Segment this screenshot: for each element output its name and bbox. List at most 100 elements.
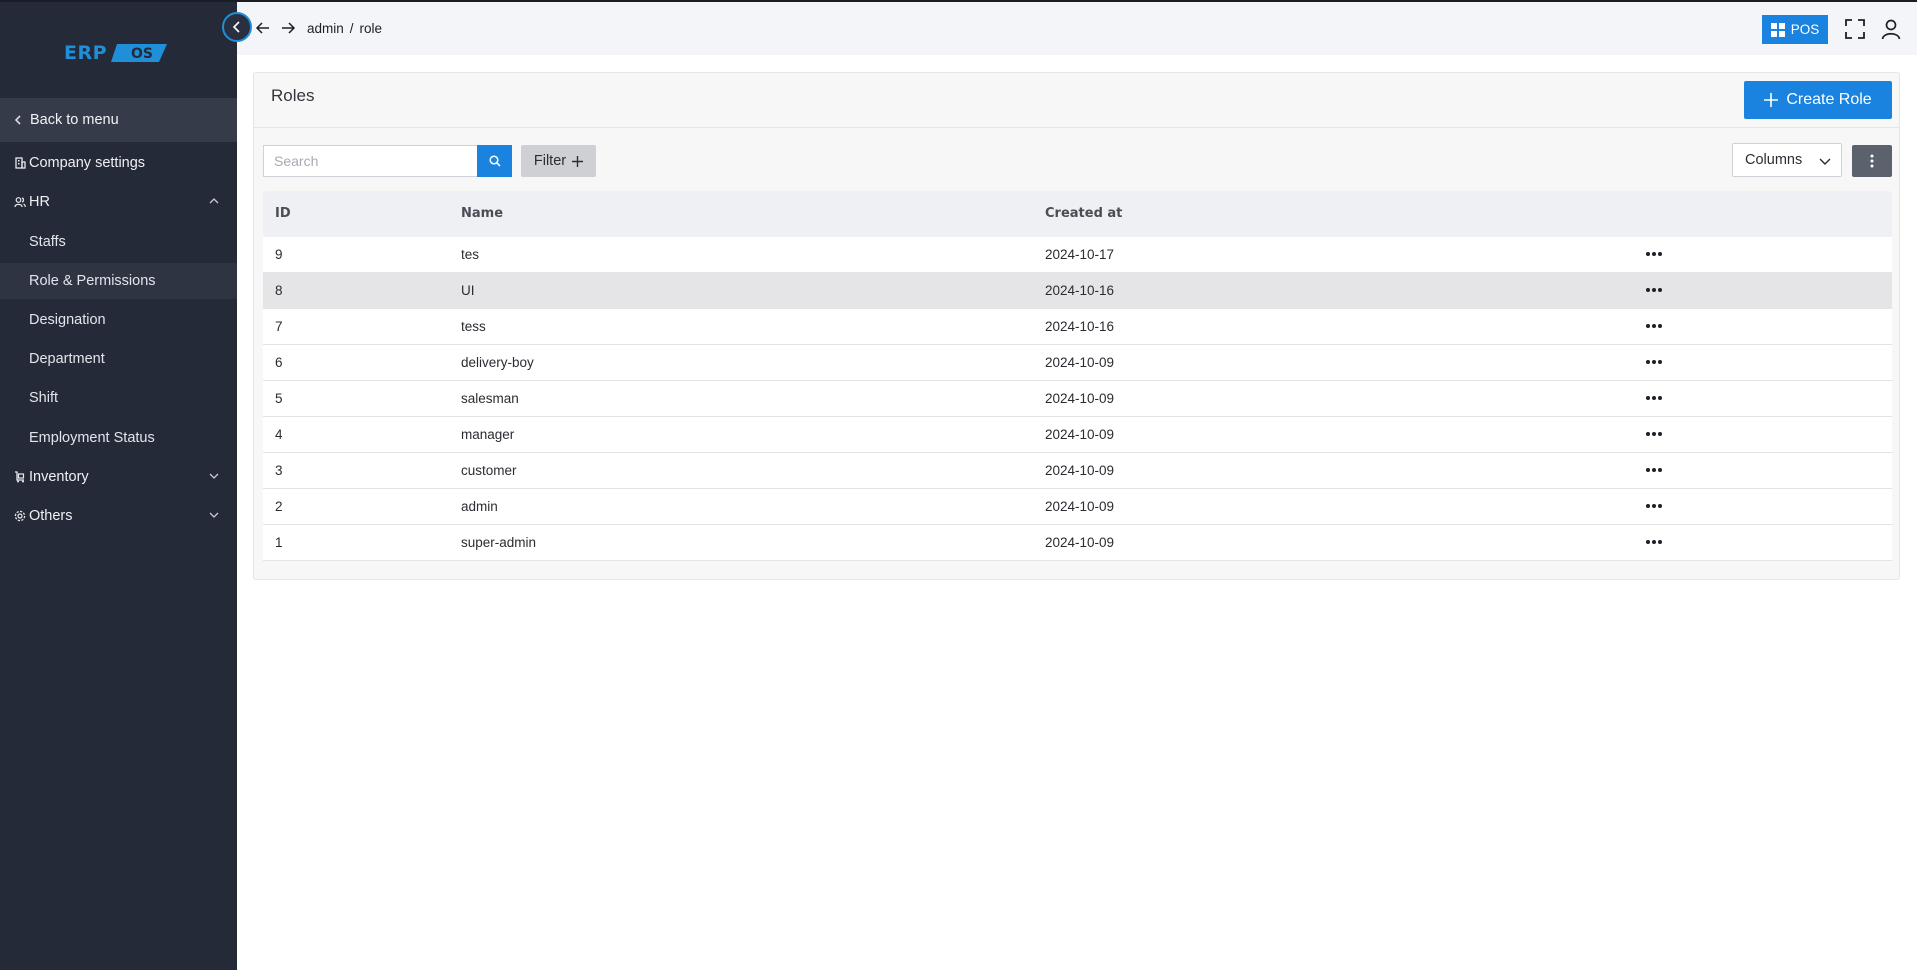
chevron-up-icon [209, 198, 219, 204]
logo-os-mark: OS [111, 44, 168, 62]
cell-created-at: 2024-10-16 [1045, 319, 1115, 334]
cell-created-at: 2024-10-17 [1045, 247, 1115, 262]
chevron-left-icon [232, 21, 240, 33]
card-header: Roles Create Role [254, 73, 1899, 128]
pos-button[interactable]: POS [1762, 15, 1828, 44]
sidebar-sub-item-department[interactable]: Department [0, 341, 237, 377]
filter-label: Filter [533, 153, 567, 169]
sidebar-sub-item-label: Designation [29, 312, 106, 328]
column-header-id[interactable]: ID [275, 206, 291, 221]
row-actions-menu-icon[interactable] [1643, 390, 1665, 406]
sidebar-item-label: Others [29, 508, 73, 524]
row-actions-menu-icon[interactable] [1643, 354, 1665, 370]
table-row[interactable]: 5 salesman 2024-10-09 [263, 381, 1892, 417]
sidebar-sub-item-label: Employment Status [29, 430, 155, 446]
breadcrumb-item-admin[interactable]: admin [307, 21, 344, 36]
table-row[interactable]: 2 admin 2024-10-09 [263, 489, 1892, 525]
cell-created-at: 2024-10-09 [1045, 355, 1115, 370]
chevron-down-icon [209, 512, 219, 518]
columns-dropdown[interactable]: Columns [1732, 143, 1842, 177]
cell-id: 7 [275, 319, 283, 334]
cell-id: 1 [275, 535, 283, 550]
sidebar-item-hr[interactable]: HR [0, 184, 237, 220]
building-icon [14, 157, 26, 169]
more-options-button[interactable] [1852, 145, 1892, 177]
grid-icon [1770, 22, 1785, 37]
row-actions-menu-icon[interactable] [1643, 282, 1665, 298]
sidebar-sub-item-staffs[interactable]: Staffs [0, 224, 237, 260]
plus-icon [572, 155, 584, 167]
breadcrumb-item-role: role [359, 21, 383, 36]
cell-created-at: 2024-10-09 [1045, 463, 1115, 478]
table-row[interactable]: 9 tes 2024-10-17 [263, 237, 1892, 273]
fullscreen-icon[interactable] [1844, 18, 1866, 40]
cell-name: customer [461, 463, 517, 478]
create-role-label: Create Role [1786, 91, 1872, 108]
cell-id: 4 [275, 427, 283, 442]
chevron-down-icon [1819, 158, 1831, 165]
row-actions-menu-icon[interactable] [1643, 498, 1665, 514]
column-header-name[interactable]: Name [461, 206, 503, 221]
breadcrumb: admin / role [307, 21, 382, 36]
sidebar-item-label: Inventory [29, 469, 89, 485]
cell-name: super-admin [461, 535, 537, 550]
cell-name: UI [461, 283, 475, 298]
cell-name: delivery-boy [461, 355, 534, 370]
sidebar-collapse-button[interactable] [222, 12, 252, 42]
sidebar-sub-item-label: Department [29, 351, 105, 367]
user-icon[interactable] [1880, 18, 1902, 40]
cell-id: 6 [275, 355, 283, 370]
table-row[interactable]: 8 UI 2024-10-16 [263, 273, 1892, 309]
table-body: 9 tes 2024-10-17 8 UI 2024-10-16 7 tess 2024-10-… [263, 237, 1892, 561]
cell-name: salesman [461, 391, 519, 406]
row-actions-menu-icon[interactable] [1643, 318, 1665, 334]
sidebar-sub-item-employment-status[interactable]: Employment Status [0, 420, 237, 456]
filter-button[interactable]: Filter [521, 145, 596, 177]
cell-name: tess [461, 319, 486, 334]
sidebar-sub-item-role-permissions[interactable]: Role & Permissions [0, 263, 237, 299]
cell-created-at: 2024-10-09 [1045, 391, 1115, 406]
sidebar-sub-item-shift[interactable]: Shift [0, 380, 237, 416]
table-row[interactable]: 3 customer 2024-10-09 [263, 453, 1892, 489]
cell-created-at: 2024-10-09 [1045, 499, 1115, 514]
search-icon [488, 155, 501, 167]
row-actions-menu-icon[interactable] [1643, 246, 1665, 262]
table-row[interactable]: 7 tess 2024-10-16 [263, 309, 1892, 345]
roles-card: Roles Create Role Filter Columns ID Name… [253, 72, 1900, 580]
row-actions-menu-icon[interactable] [1643, 462, 1665, 478]
pos-button-label: POS [1790, 22, 1820, 37]
breadcrumb-separator: / [349, 21, 354, 36]
table-row[interactable]: 6 delivery-boy 2024-10-09 [263, 345, 1892, 381]
arrow-right-icon[interactable] [280, 20, 296, 36]
topbar: admin / role POS [237, 0, 1917, 55]
cell-created-at: 2024-10-16 [1045, 283, 1115, 298]
cell-id: 2 [275, 499, 283, 514]
search-input[interactable] [263, 145, 477, 177]
cell-id: 5 [275, 391, 283, 406]
erp-os-logo: ERP OS [64, 40, 168, 66]
gear-icon [14, 510, 26, 522]
roles-table: ID Name Created at 9 tes 2024-10-17 8 UI 2024… [263, 191, 1892, 561]
chevron-left-icon [14, 115, 21, 125]
cell-name: tes [461, 247, 480, 262]
cell-name: manager [461, 427, 515, 442]
sidebar-item-inventory[interactable]: Inventory [0, 459, 237, 495]
back-to-menu-button[interactable]: Back to menu [0, 98, 237, 142]
sidebar: ERP OS Back to menu Company settings HR … [0, 0, 237, 970]
sidebar-item-company-settings[interactable]: Company settings [0, 145, 237, 181]
table-row[interactable]: 4 manager 2024-10-09 [263, 417, 1892, 453]
inventory-icon [14, 471, 26, 483]
sidebar-sub-item-designation[interactable]: Designation [0, 302, 237, 338]
sidebar-item-others[interactable]: Others [0, 498, 237, 534]
arrow-left-icon[interactable] [255, 20, 271, 36]
row-actions-menu-icon[interactable] [1643, 426, 1665, 442]
column-header-created-at[interactable]: Created at [1045, 206, 1122, 221]
sidebar-sub-item-label: Shift [29, 390, 59, 406]
create-role-button[interactable]: Create Role [1744, 81, 1892, 119]
kebab-menu-icon [1870, 154, 1874, 168]
table-row[interactable]: 1 super-admin 2024-10-09 [263, 525, 1892, 561]
page-title: Roles [271, 86, 315, 105]
plus-icon [1764, 93, 1779, 107]
search-button[interactable] [477, 145, 512, 177]
row-actions-menu-icon[interactable] [1643, 534, 1665, 550]
